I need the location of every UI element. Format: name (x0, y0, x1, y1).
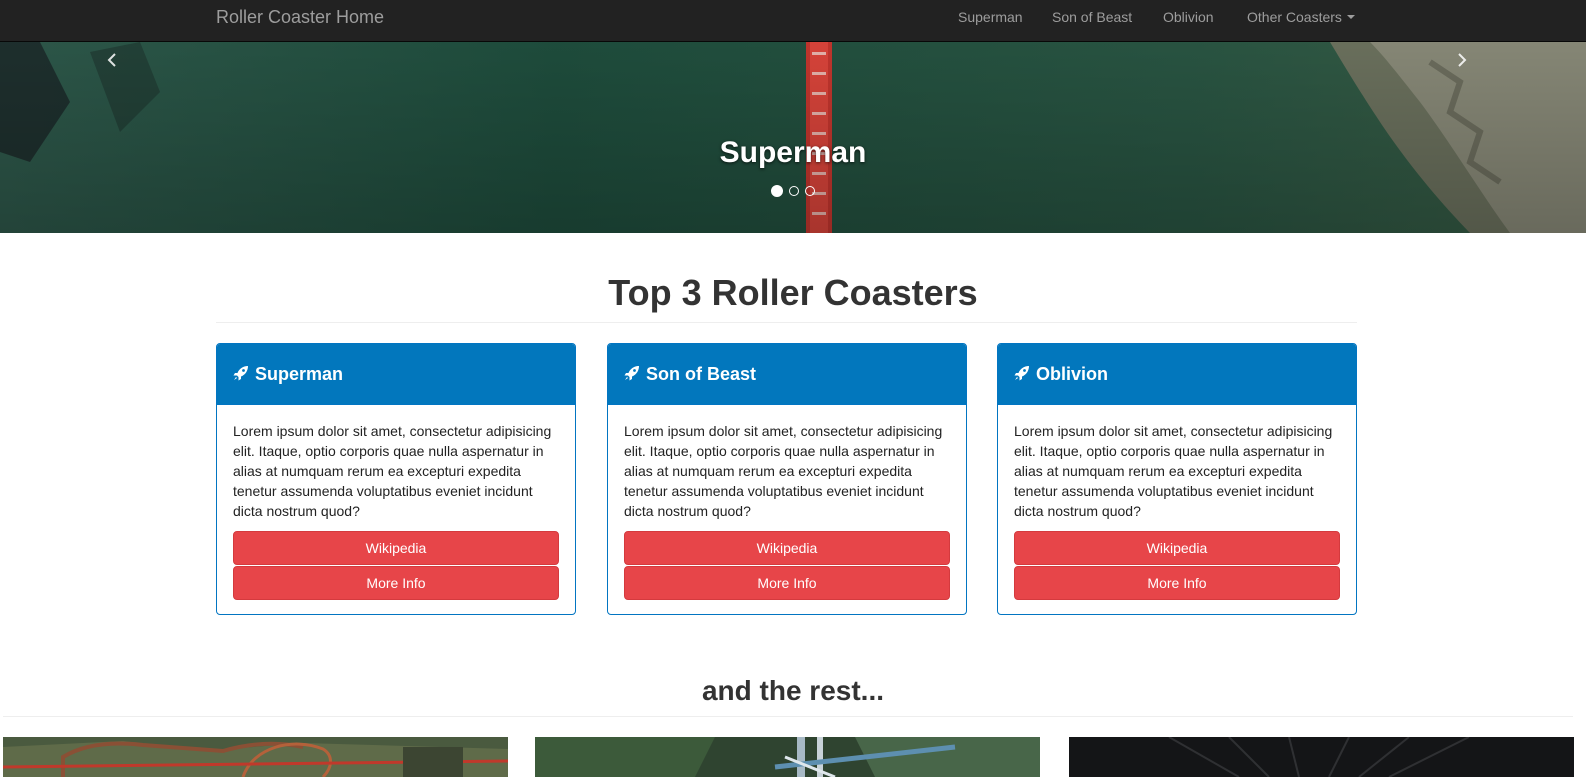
nav-item-other-coasters-dropdown[interactable]: Other Coasters (1247, 0, 1355, 42)
coaster-panel-oblivion: Oblivion Lorem ipsum dolor sit amet, con… (997, 343, 1357, 615)
navbar-brand[interactable]: Roller Coaster Home (216, 0, 384, 42)
rocket-icon (1014, 366, 1029, 381)
chevron-left-icon[interactable] (102, 48, 122, 72)
rest-section-divider (3, 716, 1573, 717)
more-info-button[interactable]: More Info (624, 566, 950, 600)
more-info-button[interactable]: More Info (1014, 566, 1340, 600)
carousel-indicator-2[interactable] (789, 186, 799, 196)
panel-title: Superman (255, 364, 344, 384)
panel-body-text: Lorem ipsum dolor sit amet, consectetur … (233, 423, 552, 519)
more-info-button[interactable]: More Info (233, 566, 559, 600)
rocket-icon (624, 366, 639, 381)
panel-heading: Oblivion (998, 344, 1356, 405)
coaster-thumbnail-1[interactable] (3, 737, 508, 777)
coaster-panel-son-of-beast: Son of Beast Lorem ipsum dolor sit amet,… (607, 343, 967, 615)
wikipedia-button[interactable]: Wikipedia (233, 531, 559, 565)
nav-item-superman[interactable]: Superman (958, 0, 1023, 42)
wikipedia-button[interactable]: Wikipedia (1014, 531, 1340, 565)
nav-item-other-coasters-label: Other Coasters (1247, 9, 1342, 25)
top-section-divider (216, 322, 1357, 323)
panel-heading: Superman (217, 344, 575, 405)
hero-carousel[interactable]: Superman (0, 42, 1586, 233)
panel-body-text: Lorem ipsum dolor sit amet, consectetur … (624, 423, 943, 519)
nav-item-son-of-beast[interactable]: Son of Beast (1052, 0, 1132, 42)
coaster-thumbnail-3[interactable] (1069, 737, 1574, 777)
panel-title: Son of Beast (646, 364, 757, 384)
top-navbar: Roller Coaster Home Superman Son of Beas… (0, 0, 1586, 42)
coaster-panel-superman: Superman Lorem ipsum dolor sit amet, con… (216, 343, 576, 615)
panel-heading: Son of Beast (608, 344, 966, 405)
top-section-title: Top 3 Roller Coasters (608, 272, 978, 313)
carousel-indicator-3[interactable] (805, 186, 815, 196)
rest-section-title: and the rest... (701, 675, 885, 706)
carousel-indicators (0, 184, 1586, 197)
rocket-icon (233, 366, 248, 381)
panel-body-text: Lorem ipsum dolor sit amet, consectetur … (1014, 423, 1333, 519)
chevron-right-icon[interactable] (1452, 48, 1472, 72)
panel-title: Oblivion (1036, 364, 1108, 384)
nav-item-oblivion[interactable]: Oblivion (1163, 0, 1214, 42)
coaster-thumbnail-2[interactable] (535, 737, 1040, 777)
carousel-indicator-1[interactable] (771, 185, 783, 197)
carousel-caption: Superman (719, 136, 867, 169)
caret-down-icon (1346, 15, 1355, 20)
wikipedia-button[interactable]: Wikipedia (624, 531, 950, 565)
